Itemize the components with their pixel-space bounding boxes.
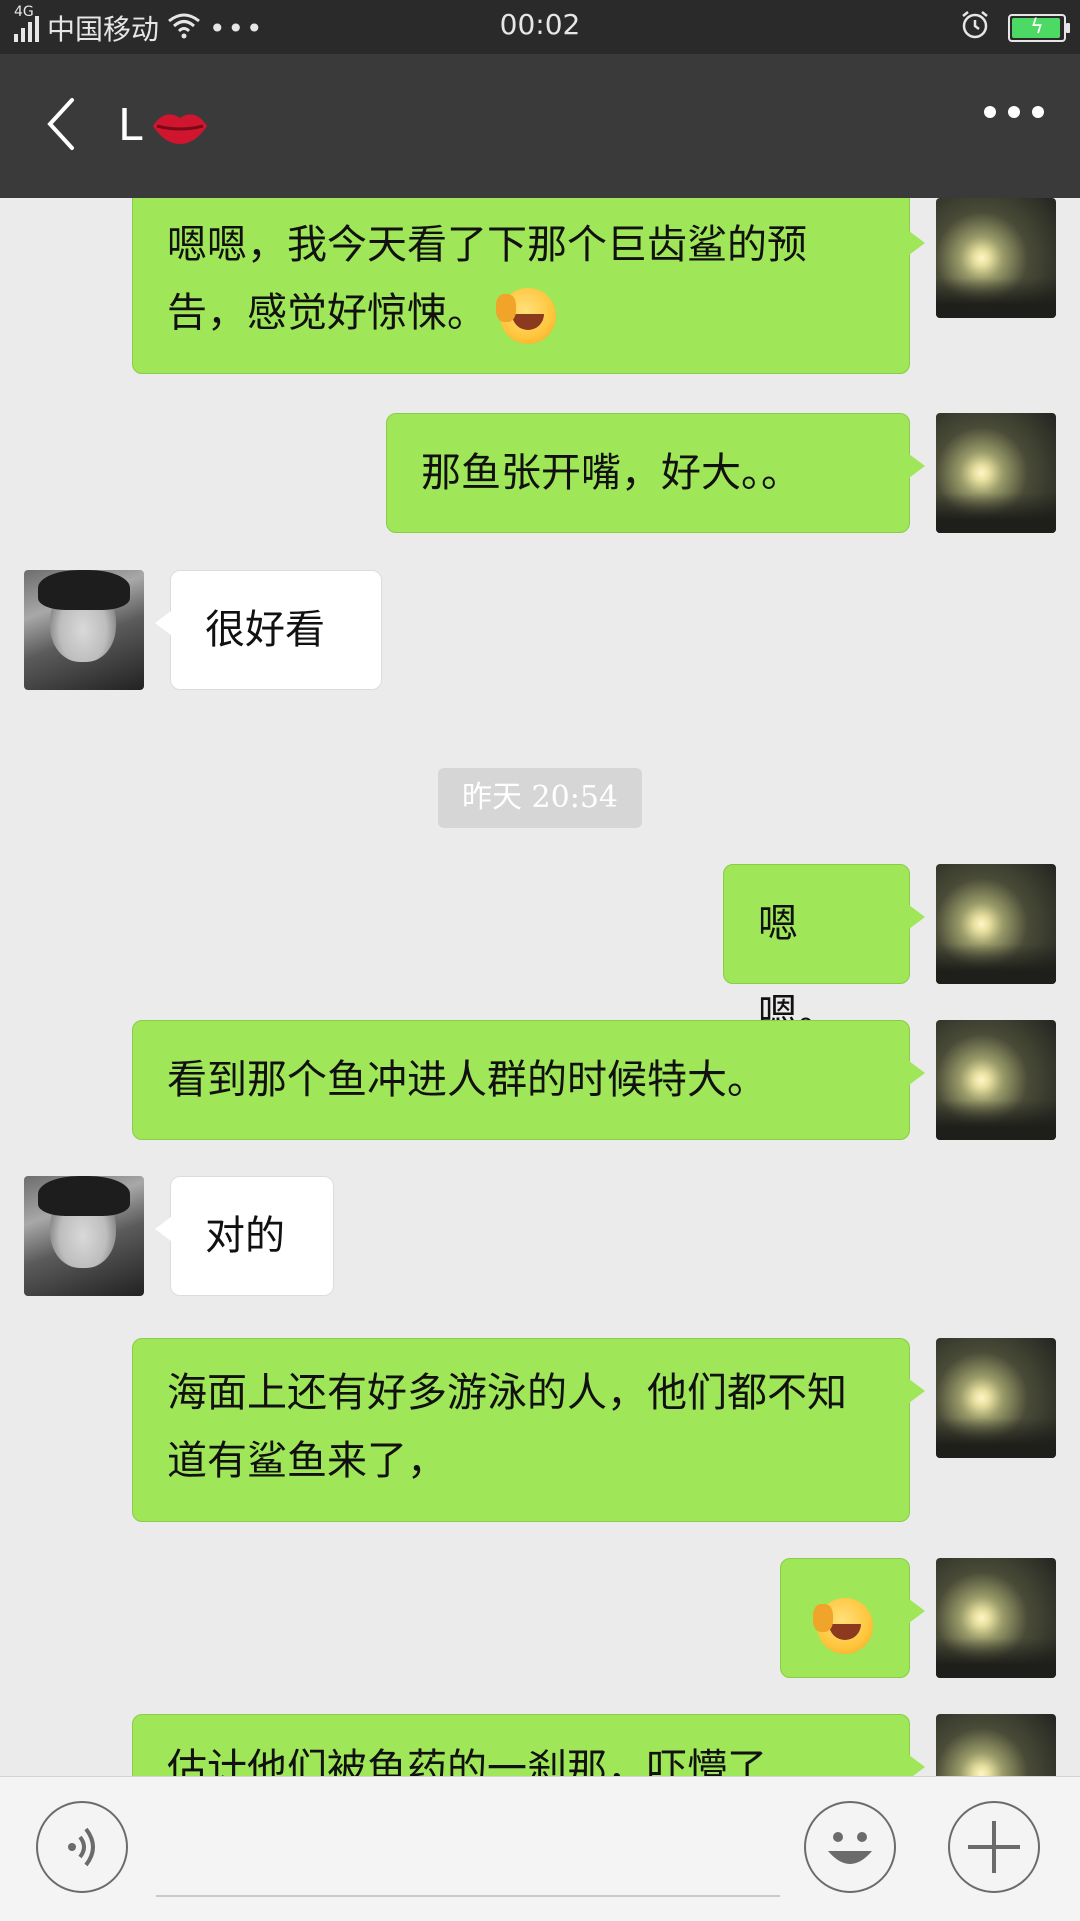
message-bubble[interactable]: 那鱼张开嘴，好大。。 [386, 413, 925, 533]
contact-avatar[interactable] [24, 570, 144, 690]
my-avatar[interactable] [936, 1558, 1056, 1678]
input-bar [0, 1776, 1080, 1921]
emoji-icon [828, 1832, 872, 1864]
message-bubble[interactable]: 对的 [155, 1176, 334, 1296]
my-avatar[interactable] [936, 413, 1056, 533]
emoji-button[interactable] [804, 1801, 896, 1893]
message-bubble[interactable]: 看到那个鱼冲进人群的时候特大。 [132, 1020, 925, 1140]
alarm-icon [960, 10, 990, 47]
back-button[interactable] [36, 94, 96, 154]
facepalm-crying-emoji-icon [495, 288, 556, 344]
lips-icon [152, 113, 207, 144]
message-bubble[interactable]: 嗯嗯。 [723, 864, 925, 1037]
my-avatar[interactable] [936, 1714, 1056, 1776]
contact-avatar[interactable] [24, 1176, 144, 1296]
facepalm-crying-emoji-icon [813, 1598, 873, 1654]
more-button[interactable] [984, 106, 1044, 118]
voice-icon [68, 1827, 95, 1867]
chat-title: L [118, 100, 211, 151]
my-avatar[interactable] [936, 198, 1056, 318]
my-avatar[interactable] [936, 1338, 1056, 1458]
status-bar: 4G 中国移动 ••• 00:02 ϟ [0, 0, 1080, 54]
message-bubble[interactable]: 很好看 [155, 570, 382, 690]
voice-button[interactable] [36, 1801, 128, 1893]
more-dots-icon [984, 106, 996, 118]
message-bubble[interactable]: 嗯嗯，我今天看了下那个巨齿鲨的预告，感觉好惊悚。 [132, 198, 925, 374]
contact-name: L [118, 100, 143, 151]
message-bubble[interactable]: 估计他们被鱼药的一刹那，吓懵了 [132, 1714, 925, 1776]
battery-icon: ϟ [1008, 14, 1070, 42]
timestamp-divider: 昨天 20:54 [438, 768, 642, 828]
more-actions-button[interactable] [948, 1801, 1040, 1893]
message-bubble[interactable]: 海面上还有好多游泳的人，他们都不知道有鲨鱼来了， [132, 1338, 925, 1522]
message-input[interactable] [156, 1895, 780, 1897]
my-avatar[interactable] [936, 864, 1056, 984]
chevron-left-icon [47, 98, 74, 150]
my-avatar[interactable] [936, 1020, 1056, 1140]
message-list[interactable]: 嗯嗯，我今天看了下那个巨齿鲨的预告，感觉好惊悚。 那鱼张开嘴，好大。。 很好看 … [0, 198, 1080, 1776]
chat-header: L [0, 54, 1080, 198]
message-bubble[interactable] [780, 1558, 925, 1678]
clock: 00:02 [499, 8, 581, 41]
plus-icon [968, 1821, 1020, 1873]
